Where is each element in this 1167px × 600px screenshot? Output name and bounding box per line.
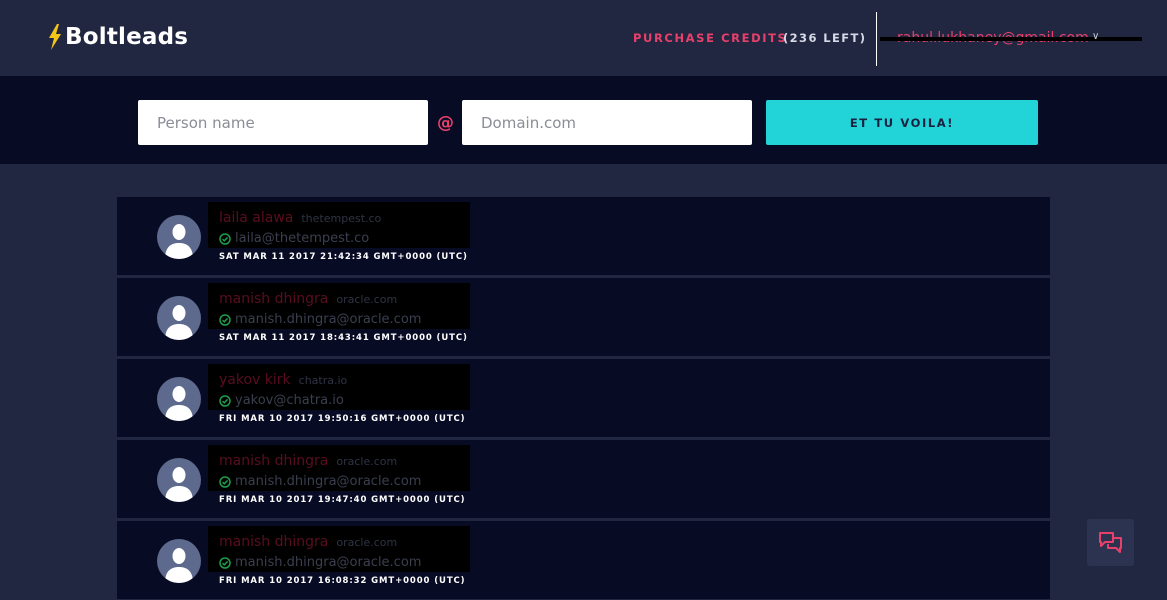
- search-bar: @ ET TU VOILA!: [0, 76, 1167, 164]
- found-email[interactable]: manish.dhingra@oracle.com: [235, 555, 421, 570]
- lookup-timestamp: FRI MAR 10 2017 19:47:40 GMT+0000 (UTC): [219, 495, 466, 505]
- person-domain: oracle.com: [336, 455, 398, 468]
- search-submit-button[interactable]: ET TU VOILA!: [766, 100, 1038, 145]
- person-domain: thetempest.co: [301, 212, 382, 225]
- found-email[interactable]: yakov@chatra.io: [235, 393, 344, 408]
- at-symbol: @: [437, 113, 454, 133]
- person-name: manish dhingra: [219, 534, 329, 550]
- logo-text: Boltleads: [65, 24, 189, 50]
- person-name-input[interactable]: [138, 100, 428, 145]
- user-silhouette-icon: [157, 377, 201, 421]
- header-divider: [876, 12, 877, 66]
- domain-input[interactable]: [462, 100, 752, 145]
- person-line: manish dhingra oracle.com: [219, 291, 397, 307]
- lookup-timestamp: FRI MAR 10 2017 16:08:32 GMT+0000 (UTC): [219, 576, 466, 586]
- result-row[interactable]: yakov kirk chatra.io yakov@chatra.io FRI…: [117, 359, 1050, 437]
- email-line: manish.dhingra@oracle.com: [219, 312, 421, 327]
- lookup-timestamp: FRI MAR 10 2017 19:50:16 GMT+0000 (UTC): [219, 414, 466, 424]
- person-line: manish dhingra oracle.com: [219, 534, 397, 550]
- chat-bubbles-icon: [1098, 531, 1122, 553]
- email-line: manish.dhingra@oracle.com: [219, 474, 421, 489]
- chat-widget-button[interactable]: [1087, 519, 1134, 566]
- email-line: manish.dhingra@oracle.com: [219, 555, 421, 570]
- user-silhouette-icon: [157, 539, 201, 583]
- found-email[interactable]: manish.dhingra@oracle.com: [235, 312, 421, 327]
- person-name: manish dhingra: [219, 291, 329, 307]
- person-domain: chatra.io: [298, 374, 348, 387]
- email-redaction-bar: [880, 37, 1142, 41]
- person-name: yakov kirk: [219, 372, 291, 388]
- result-row[interactable]: laila alawa thetempest.co laila@thetempe…: [117, 197, 1050, 275]
- lookup-timestamp: SAT MAR 11 2017 21:42:34 GMT+0000 (UTC): [219, 252, 468, 262]
- chevron-down-icon[interactable]: ∨: [1092, 31, 1099, 42]
- check-circle-icon: [219, 394, 231, 407]
- found-email[interactable]: laila@thetempest.co: [235, 231, 369, 246]
- lookup-timestamp: SAT MAR 11 2017 18:43:41 GMT+0000 (UTC): [219, 333, 468, 343]
- check-circle-icon: [219, 313, 231, 326]
- lightning-bolt-icon: [49, 24, 61, 50]
- user-silhouette-icon: [157, 215, 201, 259]
- person-domain: oracle.com: [336, 293, 398, 306]
- person-line: laila alawa thetempest.co: [219, 210, 381, 226]
- logo[interactable]: Boltleads: [48, 24, 188, 50]
- person-name: laila alawa: [219, 210, 294, 226]
- purchase-credits-link[interactable]: PURCHASE CREDITS: [633, 31, 787, 45]
- found-email[interactable]: manish.dhingra@oracle.com: [235, 474, 421, 489]
- person-domain: oracle.com: [336, 536, 398, 549]
- result-row[interactable]: manish dhingra oracle.com manish.dhingra…: [117, 278, 1050, 356]
- email-line: laila@thetempest.co: [219, 231, 369, 246]
- user-silhouette-icon: [157, 458, 201, 502]
- result-row[interactable]: manish dhingra oracle.com manish.dhingra…: [117, 440, 1050, 518]
- check-circle-icon: [219, 232, 231, 245]
- check-circle-icon: [219, 475, 231, 488]
- person-name: manish dhingra: [219, 453, 329, 469]
- result-row[interactable]: manish dhingra oracle.com manish.dhingra…: [117, 521, 1050, 599]
- check-circle-icon: [219, 556, 231, 569]
- person-line: manish dhingra oracle.com: [219, 453, 397, 469]
- results-list: laila alawa thetempest.co laila@thetempe…: [117, 197, 1050, 600]
- credits-left-count: (236 LEFT): [783, 31, 867, 45]
- person-line: yakov kirk chatra.io: [219, 372, 347, 388]
- top-header: Boltleads PURCHASE CREDITS (236 LEFT) ra…: [0, 0, 1167, 76]
- email-line: yakov@chatra.io: [219, 393, 344, 408]
- user-silhouette-icon: [157, 296, 201, 340]
